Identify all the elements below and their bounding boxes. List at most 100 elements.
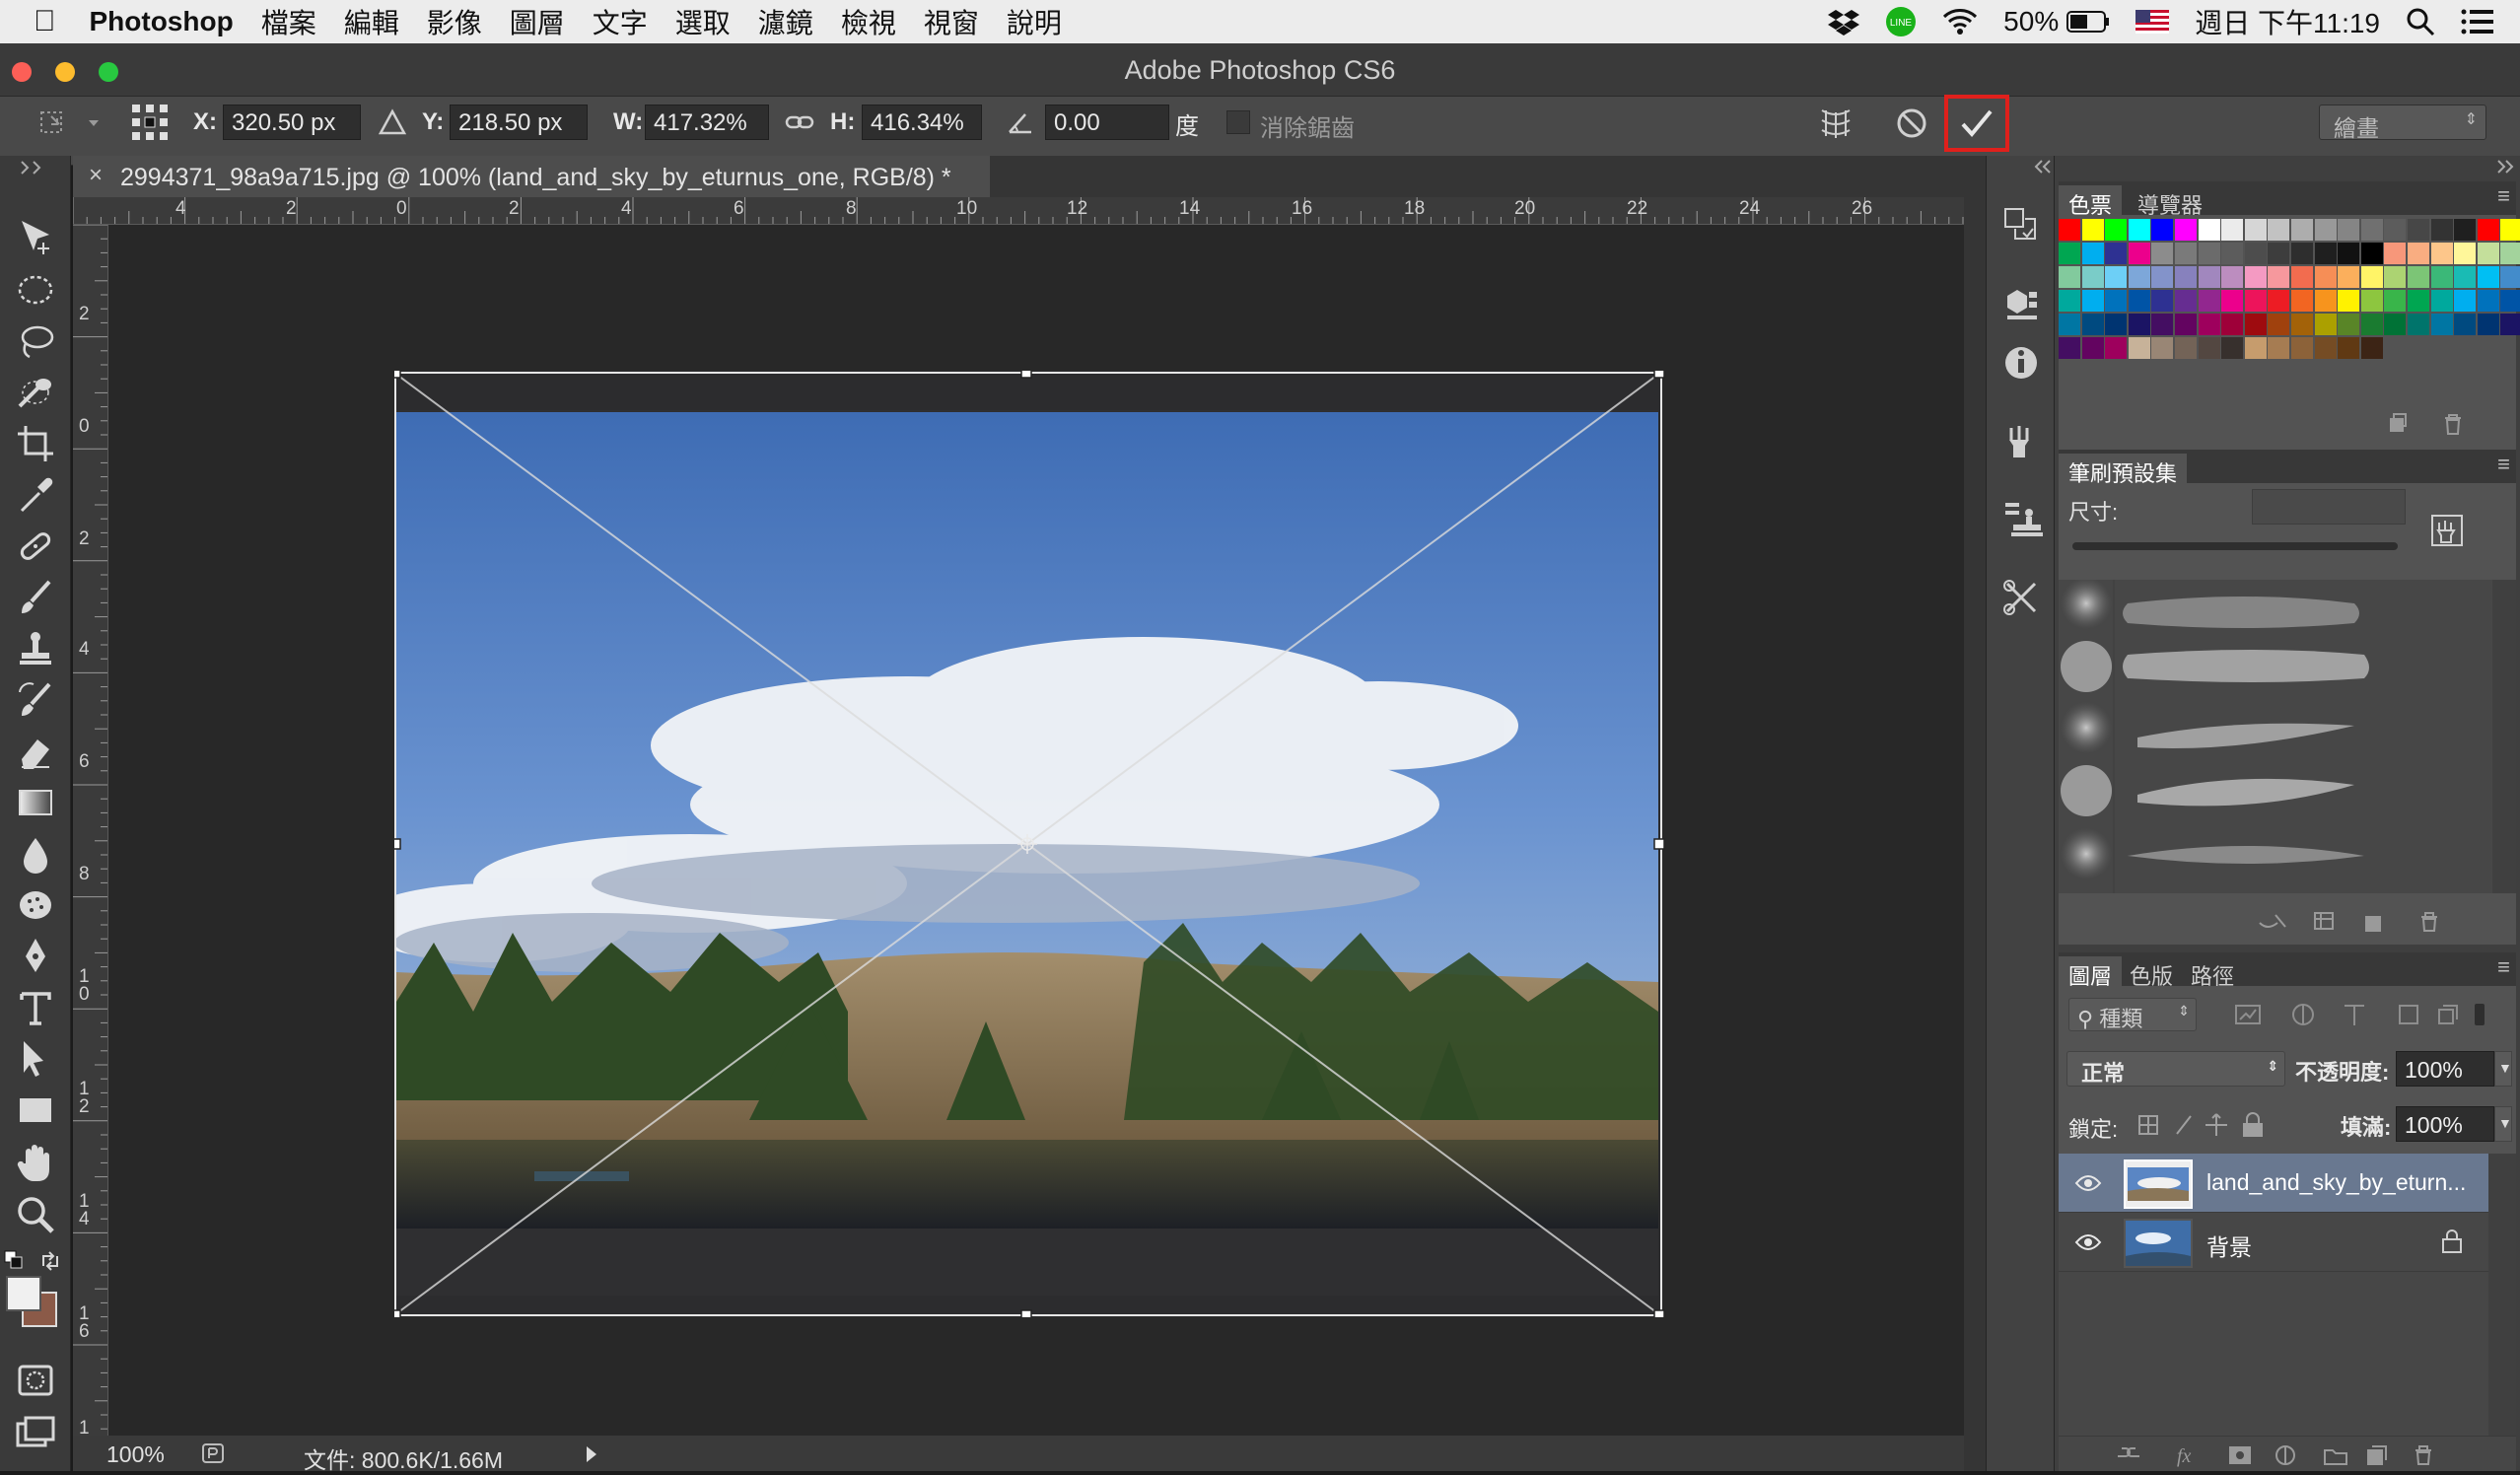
color-swatch[interactable] [2128,337,2150,359]
workspace-select[interactable]: 繪畫 ⇕ [2319,105,2486,141]
color-swatch[interactable] [2059,290,2080,312]
rotate-angle-field[interactable]: 0.00 [1045,105,1169,140]
us-flag-icon[interactable] [2135,10,2170,34]
color-swatch[interactable] [2198,219,2220,241]
transformed-layer-artwork[interactable] [394,371,1676,1317]
toggle-brush-panel-icon[interactable] [2429,513,2465,548]
color-swatch[interactable] [2430,314,2453,335]
color-swatch[interactable] [2244,337,2267,359]
new-swatch-icon[interactable] [2384,412,2410,436]
menubar-clock[interactable]: 週日 下午11:19 [2195,2,2380,41]
color-swatch[interactable] [2408,266,2429,288]
horizontal-ruler[interactable]: 4 2 0 2 4 6 8 10 12 14 16 18 20 22 24 26 [73,197,1964,225]
color-swatch[interactable] [2454,290,2477,312]
color-swatch[interactable] [2314,219,2337,241]
menu-layer[interactable]: 圖層 [510,2,565,41]
color-swatch[interactable] [2477,290,2499,312]
color-swatch[interactable] [2151,243,2174,264]
color-swatch[interactable] [2059,337,2080,359]
brush-size-slider[interactable] [2072,542,2398,550]
spotlight-search-icon[interactable] [2406,7,2435,36]
color-swatch[interactable] [2454,219,2477,241]
pen-tool-icon[interactable] [14,935,57,978]
color-swatch[interactable] [2314,314,2337,335]
fill-field[interactable]: 100% [2396,1106,2494,1142]
clone-stamp-tool-icon[interactable] [14,627,57,670]
color-swatch[interactable] [2408,290,2429,312]
quick-selection-tool-icon[interactable] [14,371,57,414]
color-swatch[interactable] [2268,266,2290,288]
color-swatch[interactable] [2338,219,2360,241]
color-swatch[interactable] [2314,337,2337,359]
color-swatch[interactable] [2244,290,2267,312]
layer-filter-kind-select[interactable]: ⚲ 種類 ⇕ [2068,998,2197,1031]
color-swatch[interactable] [2105,337,2128,359]
color-swatch[interactable] [2268,243,2290,264]
brush-footer-icons[interactable] [2256,909,2502,935]
blend-mode-select[interactable]: 正常 ⇕ [2066,1051,2285,1087]
warp-mode-icon[interactable] [1816,105,1855,142]
visibility-eye-icon[interactable] [2074,1173,2102,1193]
battery-icon[interactable] [2066,10,2110,34]
color-swatch[interactable] [2360,219,2383,241]
color-swatch[interactable] [2477,314,2499,335]
move-tool-icon[interactable] [14,215,57,258]
spot-healing-brush-tool-icon[interactable] [14,525,57,568]
color-swatch[interactable] [2151,266,2174,288]
color-swatch[interactable] [2198,290,2220,312]
color-swatch[interactable] [2105,290,2128,312]
color-swatch[interactable] [2221,219,2244,241]
color-swatch[interactable] [2198,314,2220,335]
tab-channels[interactable]: 色版 [2120,956,2183,989]
elliptical-marquee-tool-icon[interactable] [14,268,57,312]
height-scale-field[interactable]: 416.34% [862,105,982,140]
reference-point-icon[interactable] [130,103,170,142]
color-swatch[interactable] [2360,314,2383,335]
layers-footer-icons[interactable]: fx [2114,1442,2508,1468]
layer-filter-icons[interactable] [2232,1000,2488,1029]
lasso-tool-icon[interactable] [14,319,57,363]
color-swatch[interactable] [2105,219,2128,241]
color-swatch[interactable] [2314,243,2337,264]
delete-swatch-icon[interactable] [2441,412,2465,436]
color-swatch[interactable] [2128,290,2150,312]
document-canvas[interactable] [108,225,1964,1436]
apple-menu-icon[interactable]:  [34,5,56,38]
color-swatch[interactable] [2221,290,2244,312]
visibility-eye-icon[interactable] [2074,1232,2102,1252]
relative-position-delta-icon[interactable] [379,108,406,136]
cancel-transform-icon[interactable] [1895,106,1928,140]
3d-panel-icon[interactable] [1999,282,2043,325]
gradient-tool-icon[interactable] [14,781,57,824]
antialias-checkbox[interactable] [1226,110,1250,134]
color-swatch[interactable] [2221,314,2244,335]
quick-mask-mode-icon[interactable] [14,1359,57,1402]
brush-preset-list[interactable] [2059,580,2492,893]
color-swatch[interactable] [2477,219,2499,241]
color-swatch[interactable] [2314,266,2337,288]
layer-list-scrollbar[interactable] [2488,1154,2516,1449]
info-panel-icon[interactable] [1999,341,2043,385]
color-swatch[interactable] [2081,266,2104,288]
zoom-level[interactable]: 100% [106,1441,165,1468]
color-swatch[interactable] [2059,219,2080,241]
tab-layers[interactable]: 圖層 [2059,956,2123,989]
color-swatch[interactable] [2175,337,2197,359]
color-swatch[interactable] [2338,337,2360,359]
color-swatch[interactable] [2244,219,2267,241]
color-swatch[interactable] [2175,314,2197,335]
color-swatch[interactable] [2221,243,2244,264]
color-swatch[interactable] [2268,314,2290,335]
color-swatch[interactable] [2291,290,2313,312]
color-swatch[interactable] [2175,266,2197,288]
link-aspect-ratio-icon[interactable] [785,108,814,136]
color-swatch[interactable] [2314,290,2337,312]
color-swatch[interactable] [2338,243,2360,264]
vertical-scrollbar[interactable] [1964,197,1986,1471]
color-swatch[interactable] [2408,243,2429,264]
status-menu-arrow-icon[interactable] [582,1443,601,1465]
color-swatch[interactable] [2338,314,2360,335]
color-swatch[interactable] [2408,219,2429,241]
color-swatch[interactable] [2500,290,2520,312]
foreground-color-swatch[interactable] [6,1276,41,1311]
